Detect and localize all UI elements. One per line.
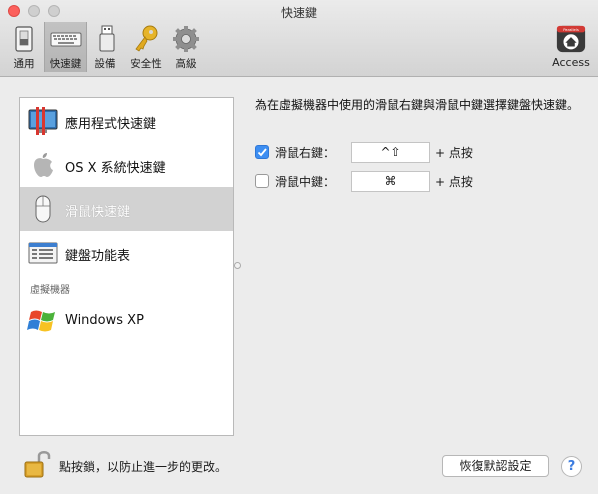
windows-logo-icon	[27, 310, 55, 332]
sidebar-item-osx-shortcuts[interactable]: OS X 系統快速鍵	[20, 143, 233, 187]
middle-click-label: 滑鼠中鍵：	[275, 175, 336, 189]
key-icon	[135, 25, 158, 52]
middle-click-shortcut-field[interactable]: ⌘	[351, 171, 430, 192]
sidebar-item-mouse-shortcuts[interactable]: 滑鼠快速鍵	[20, 187, 233, 231]
checkmark-icon	[257, 148, 267, 157]
general-switch-icon	[15, 26, 33, 52]
toolbar-tab-devices[interactable]: 設備	[90, 22, 120, 72]
sidebar-item-label: 應用程式快速鍵	[65, 117, 157, 132]
toolbar-tab-security[interactable]: 安全性	[126, 22, 166, 72]
gear-icon	[173, 26, 199, 52]
usb-device-icon	[99, 25, 115, 52]
middle-click-checkbox[interactable]	[255, 174, 269, 188]
right-click-label: 滑鼠右鍵：	[275, 146, 336, 160]
splitter-handle[interactable]	[234, 262, 241, 269]
toolbar-tab-label: 快速鍵	[49, 58, 82, 70]
lock-hint-text: 點按鎖，以防止進一步的更改。	[59, 460, 228, 474]
toolbar: 快速鍵 通用 快速鍵 設備 安全性 高級 Parallels Access	[0, 0, 598, 77]
description-text: 為在虛擬機器中使用的滑鼠右鍵與滑鼠中鍵選擇鍵盤快速鍵。	[255, 98, 580, 112]
sidebar-item-windows-xp[interactable]: Windows XP	[20, 299, 233, 343]
window-title: 快速鍵	[280, 6, 317, 20]
toolbar-access[interactable]: Parallels Access	[548, 22, 594, 72]
keyboard-menu-icon	[28, 242, 58, 264]
toolbar-tab-label: 通用	[13, 58, 35, 70]
toolbar-tab-shortcuts[interactable]: 快速鍵	[44, 22, 87, 72]
sidebar-item-label: 滑鼠快速鍵	[65, 205, 131, 220]
help-button[interactable]: ?	[561, 456, 582, 477]
sidebar-item-app-shortcuts[interactable]: 應用程式快速鍵	[20, 99, 233, 143]
toolbar-tab-label: 高級	[175, 58, 197, 70]
title-bar: 快速鍵	[0, 0, 598, 22]
parallels-access-icon: Parallels	[556, 25, 586, 53]
sidebar-item-label: OS X 系統快速鍵	[65, 161, 166, 176]
right-click-suffix: + 点按	[435, 146, 473, 160]
toolbar-access-label: Access	[552, 56, 590, 69]
preferences-window: 快速鍵 通用 快速鍵 設備 安全性 高級 Parallels Access 應用…	[0, 0, 598, 494]
toolbar-tab-label: 設備	[94, 58, 116, 70]
toolbar-tab-advanced[interactable]: 高級	[168, 22, 204, 72]
lock-icon[interactable]	[22, 448, 52, 480]
access-badge: Parallels	[563, 28, 579, 32]
sidebar-item-keyboard-menu[interactable]: 鍵盤功能表	[20, 231, 233, 275]
keyboard-icon	[50, 32, 81, 47]
mouse-icon	[35, 195, 51, 223]
middle-click-suffix: + 点按	[435, 175, 473, 189]
sidebar-item-label: Windows XP	[65, 313, 144, 328]
sidebar-item-label: 鍵盤功能表	[65, 249, 131, 264]
apple-logo-icon	[34, 153, 53, 177]
right-click-checkbox[interactable]	[255, 145, 269, 159]
sidebar-section-vms: 虛擬機器	[30, 285, 70, 296]
toolbar-tab-general[interactable]: 通用	[6, 22, 42, 72]
restore-defaults-button[interactable]: 恢復默認設定	[442, 455, 549, 477]
right-click-shortcut-field[interactable]: ^⇧	[351, 142, 430, 163]
sidebar: 應用程式快速鍵 OS X 系統快速鍵 滑鼠快速鍵 鍵盤功能表 虛擬機器 Wind…	[19, 97, 234, 436]
parallels-app-icon	[28, 107, 58, 135]
toolbar-tab-label: 安全性	[130, 58, 162, 70]
